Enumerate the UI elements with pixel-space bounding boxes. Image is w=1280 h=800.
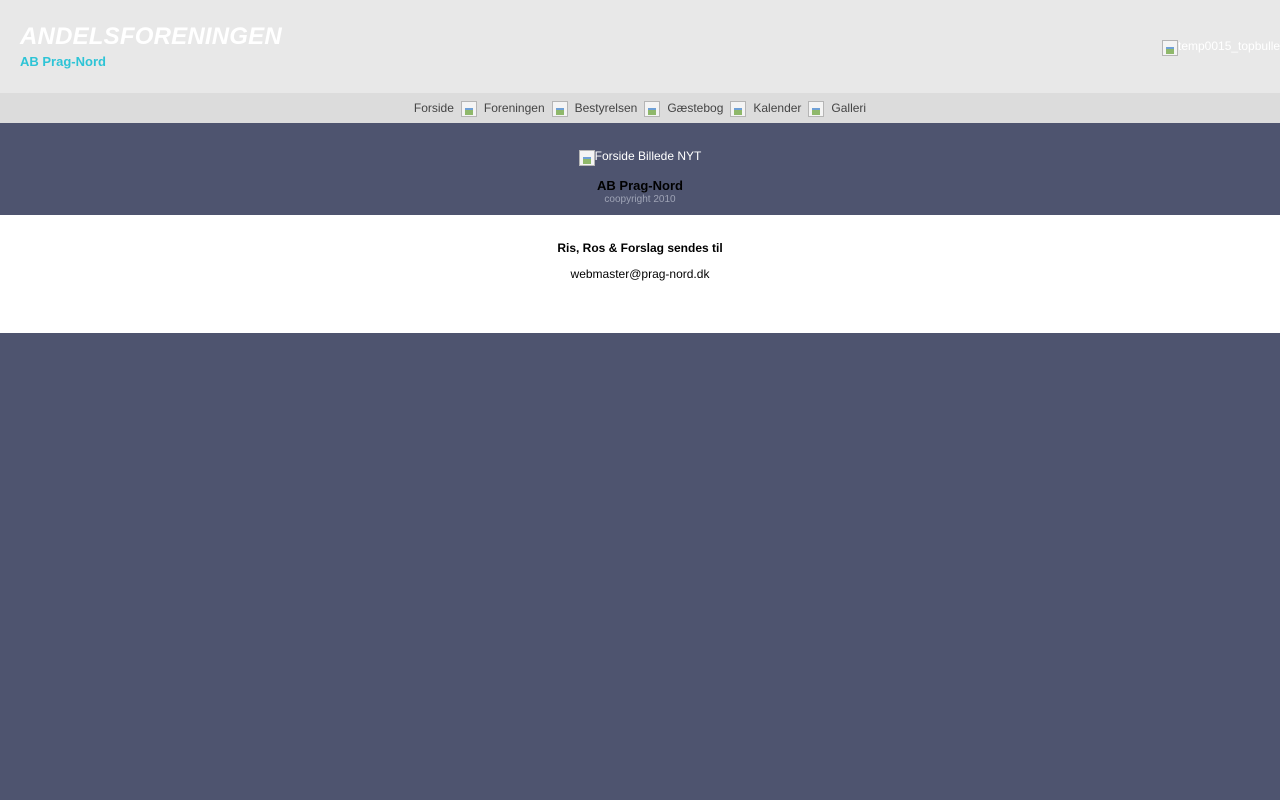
hero-title: AB Prag-Nord <box>597 178 683 193</box>
nav-item-forside[interactable]: Forside <box>414 101 454 115</box>
nav-item-foreningen[interactable]: Foreningen <box>484 101 545 115</box>
nav-item-bestyrelsen[interactable]: Bestyrelsen <box>575 101 638 115</box>
webmaster-email-link[interactable]: webmaster@prag-nord.dk <box>571 267 710 281</box>
content-panel: Ris, Ros & Forslag sendes til webmaster@… <box>0 215 1280 333</box>
broken-image-icon <box>578 150 595 166</box>
header-image-alt-text: temp0015_topbulle <box>1178 39 1280 53</box>
nav-item-gaestebog[interactable]: Gæstebog <box>667 101 723 115</box>
site-subtitle: AB Prag-Nord <box>20 54 106 69</box>
site-header: ANDELSFORENINGEN AB Prag-Nord temp0015_t… <box>0 0 1280 93</box>
nav-item-galleri[interactable]: Galleri <box>831 101 866 115</box>
broken-image-icon <box>644 101 661 117</box>
broken-image-icon <box>460 101 477 117</box>
hero-image-alt-text: Forside Billede NYT <box>594 149 702 163</box>
email-line: webmaster@prag-nord.dk <box>0 267 1280 281</box>
broken-image-icon <box>1162 40 1178 56</box>
nav-item-kalender[interactable]: Kalender <box>753 101 801 115</box>
broken-image-icon <box>730 101 747 117</box>
main-navigation: Forside Foreningen Bestyrelsen Gæstebog … <box>0 93 1280 123</box>
copyright-text: coopyright 2010 <box>604 194 676 205</box>
site-title: ANDELSFORENINGEN <box>20 23 282 50</box>
hero-image: Forside Billede NYT <box>0 149 1280 166</box>
header-image: temp0015_topbulle <box>1162 39 1280 56</box>
feedback-heading: Ris, Ros & Forslag sendes til <box>557 241 723 255</box>
hero-band: Forside Billede NYT AB Prag-Nord coopyri… <box>0 123 1280 215</box>
broken-image-icon <box>808 101 825 117</box>
broken-image-icon <box>551 101 568 117</box>
